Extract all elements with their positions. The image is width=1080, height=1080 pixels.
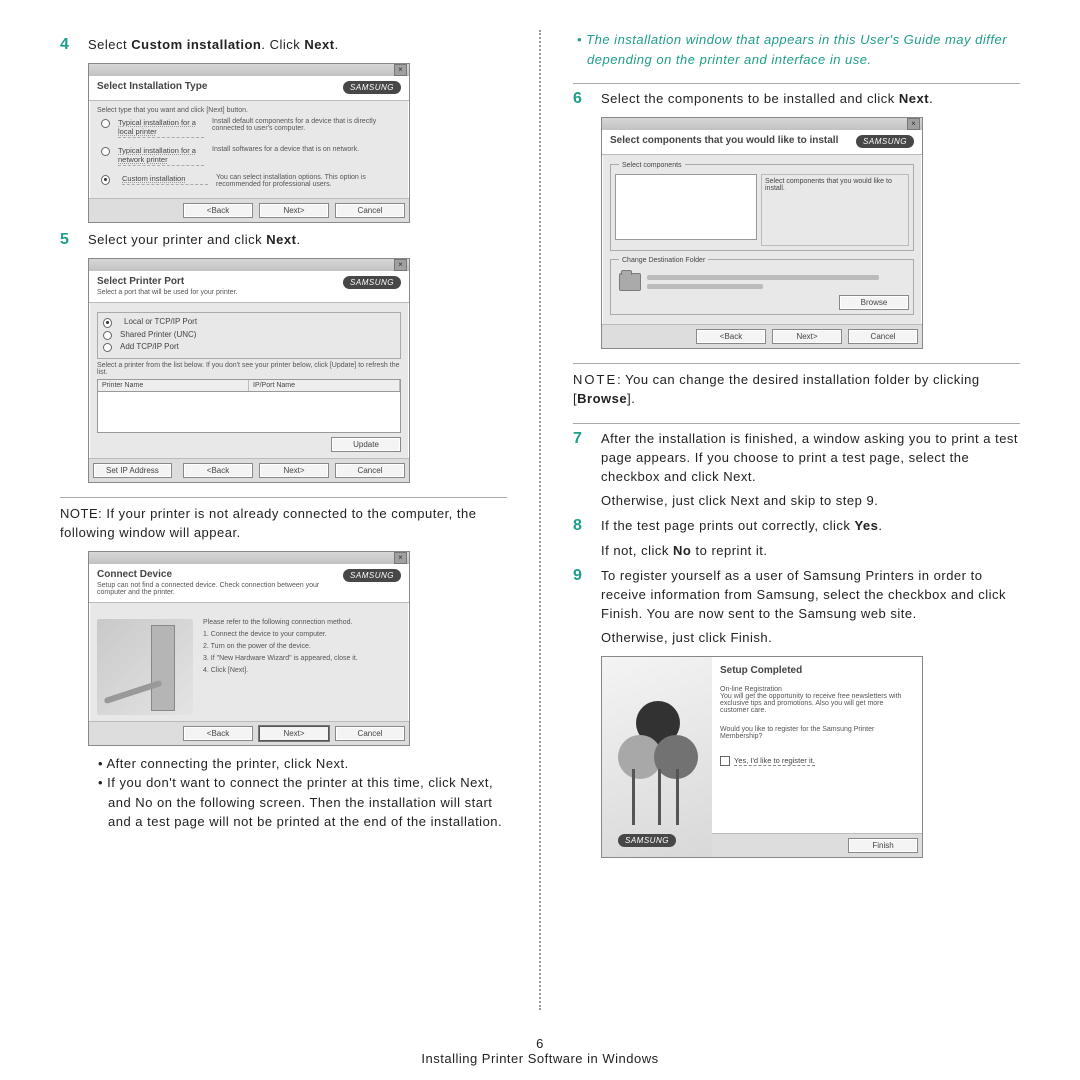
next-button[interactable]: Next> — [259, 463, 329, 478]
dialog-intro: Select type that you want and click [Nex… — [97, 107, 401, 114]
printer-table-header: Printer NameIP/Port Name — [97, 379, 401, 392]
dialog-title: Connect Device — [97, 569, 343, 580]
close-icon[interactable]: × — [394, 552, 407, 564]
update-button[interactable]: Update — [331, 437, 401, 452]
page-footer: 6 Installing Printer Software in Windows — [0, 1036, 1080, 1066]
option-local[interactable]: Typical installation for a local printer… — [97, 114, 401, 142]
register-checkbox[interactable]: Yes, I'd like to register it. — [720, 756, 914, 766]
set-ip-button[interactable]: Set IP Address — [93, 463, 172, 478]
step-text: Select your printer and click Next. — [88, 231, 507, 250]
finish-button[interactable]: Finish — [848, 838, 918, 853]
dialog-installation-type: × Select Installation Type SAMSUNG Selec… — [88, 63, 410, 223]
cancel-button[interactable]: Cancel — [335, 203, 405, 218]
note-italic: • The installation window that appears i… — [573, 30, 1020, 69]
components-list[interactable] — [615, 174, 757, 240]
dialog-title: Select components that you would like to… — [610, 135, 838, 146]
back-button[interactable]: <Back — [183, 203, 253, 218]
cancel-button[interactable]: Cancel — [848, 329, 918, 344]
brand-badge: SAMSUNG — [343, 276, 401, 289]
brand-badge: SAMSUNG — [618, 834, 676, 847]
bullet-text: • If you don't want to connect the print… — [88, 773, 507, 832]
back-button[interactable]: <Back — [183, 726, 253, 741]
close-icon[interactable]: × — [394, 259, 407, 271]
step-text: After the installation is finished, a wi… — [601, 430, 1020, 511]
dialog-select-components: × Select components that you would like … — [601, 117, 923, 349]
dialog-title: Select Printer Port — [97, 276, 237, 287]
step-number: 7 — [573, 430, 601, 511]
step-text: If the test page prints out correctly, c… — [601, 517, 1020, 561]
option-custom[interactable]: Custom installationYou can select instal… — [97, 170, 401, 192]
connect-illustration — [97, 619, 193, 715]
step-number: 6 — [573, 90, 601, 109]
step-text: To register yourself as a user of Samsun… — [601, 567, 1020, 648]
note-text: NOTE: If your printer is not already con… — [60, 504, 507, 543]
completion-illustration: SAMSUNG — [602, 657, 712, 857]
back-button[interactable]: <Back — [183, 463, 253, 478]
next-button[interactable]: Next> — [259, 203, 329, 218]
brand-badge: SAMSUNG — [856, 135, 914, 148]
note-text: NOTE: You can change the desired install… — [573, 370, 1020, 409]
component-desc: Select components that you would like to… — [761, 174, 909, 246]
printer-list[interactable] — [97, 392, 401, 433]
step-number: 8 — [573, 517, 601, 561]
browse-button[interactable]: Browse — [839, 295, 909, 310]
port-local[interactable]: Local or TCP/IP Port — [103, 316, 395, 329]
brand-badge: SAMSUNG — [343, 81, 401, 94]
step-number: 5 — [60, 231, 88, 250]
close-icon[interactable]: × — [907, 118, 920, 130]
next-button[interactable]: Next> — [259, 726, 329, 741]
next-button[interactable]: Next> — [772, 329, 842, 344]
step-number: 9 — [573, 567, 601, 648]
cancel-button[interactable]: Cancel — [335, 463, 405, 478]
step-text: Select Custom installation. Click Next. — [88, 36, 507, 55]
cancel-button[interactable]: Cancel — [335, 726, 405, 741]
brand-badge: SAMSUNG — [343, 569, 401, 582]
option-network[interactable]: Typical installation for a network print… — [97, 142, 401, 170]
dialog-printer-port: × Select Printer Port Select a port that… — [88, 258, 410, 483]
dialog-connect-device: × Connect Device Setup can not find a co… — [88, 551, 410, 746]
column-divider — [539, 30, 541, 1010]
port-shared[interactable]: Shared Printer (UNC) — [103, 329, 395, 341]
port-add[interactable]: Add TCP/IP Port — [103, 341, 395, 353]
bullet-text: • After connecting the printer, click Ne… — [88, 754, 507, 774]
dialog-title: Select Installation Type — [97, 81, 207, 92]
dialog-title: Setup Completed — [720, 665, 914, 676]
step-text: Select the components to be installed an… — [601, 90, 1020, 109]
dialog-setup-completed: SAMSUNG Setup Completed On-line Registra… — [601, 656, 923, 858]
folder-icon — [619, 273, 641, 291]
step-number: 4 — [60, 36, 88, 55]
close-icon[interactable]: × — [394, 64, 407, 76]
back-button[interactable]: <Back — [696, 329, 766, 344]
